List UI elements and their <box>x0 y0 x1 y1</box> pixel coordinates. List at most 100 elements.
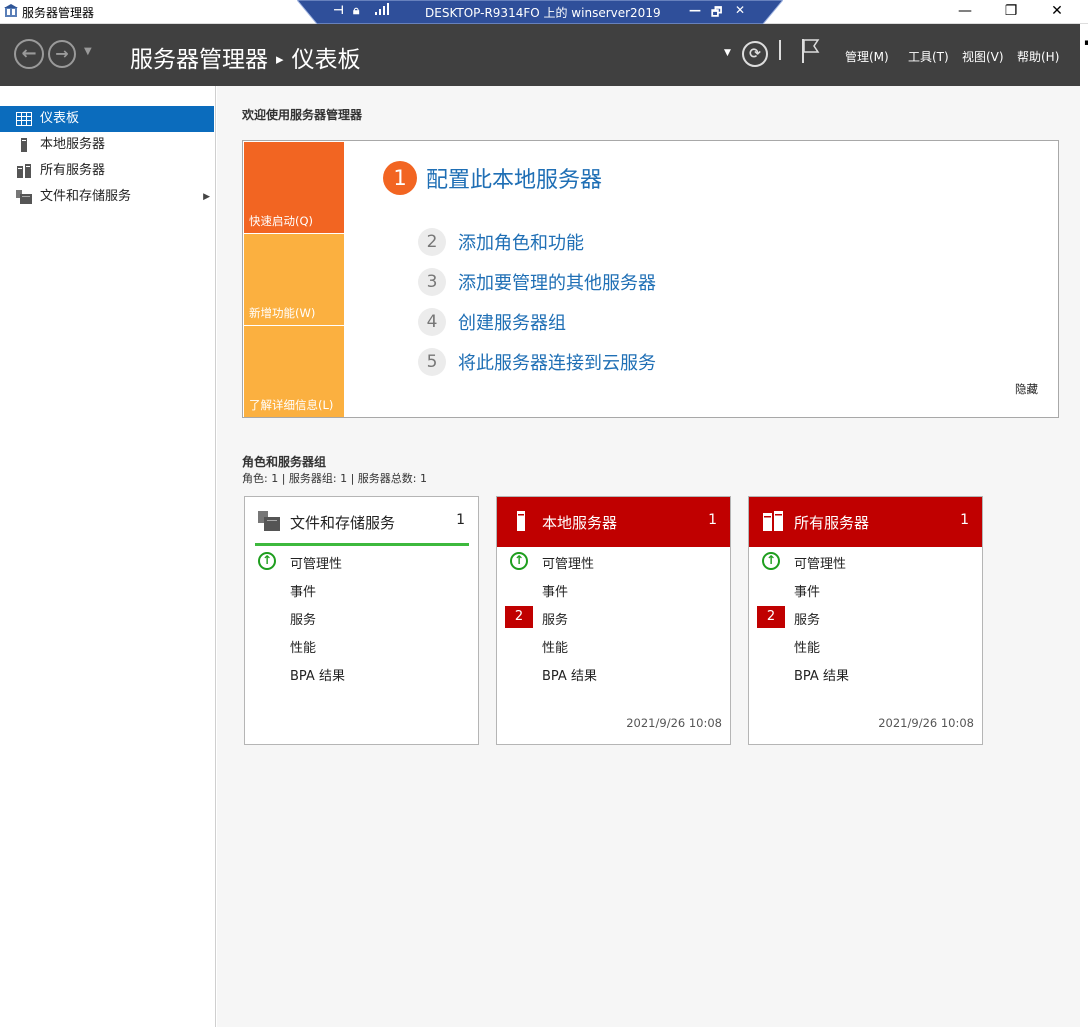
menu-help[interactable]: 帮助(H) <box>1017 48 1059 65</box>
card-title: 所有服务器 <box>794 514 870 532</box>
breadcrumb-dropdown-icon[interactable]: ▼ <box>724 48 731 58</box>
card-all-servers[interactable]: 所有服务器 1 ↑ 可管理性 事件 2 服务 性能 BPA 结果 2021/9/… <box>748 496 983 745</box>
row-events[interactable]: 事件 <box>290 581 316 600</box>
services-alert-badge[interactable]: 2 <box>505 606 533 628</box>
menu-tools[interactable]: 工具(T) <box>908 48 949 65</box>
status-ok-line <box>255 543 469 546</box>
services-alert-badge[interactable]: 2 <box>757 606 785 628</box>
tile-label: 了解详细信息(L) <box>249 398 334 412</box>
sidebar-item-all-servers[interactable]: 所有服务器 <box>0 158 214 184</box>
roles-summary: 角色: 1 | 服务器组: 1 | 服务器总数: 1 <box>242 472 428 485</box>
notifications-flag-icon[interactable] <box>800 38 820 64</box>
step-link[interactable]: 添加角色和功能 <box>458 229 584 255</box>
remote-desktop-bar[interactable]: ⊣ 🔒︎ DESKTOP-R9314FO 上的 winserver2019 — … <box>297 0 783 24</box>
breadcrumb: 服务器管理器 ▸ 仪表板 <box>130 40 361 74</box>
servers-icon <box>17 164 31 178</box>
breadcrumb-separator-icon: ▸ <box>276 50 284 68</box>
page-title: 仪表板 <box>291 47 361 73</box>
step-number: 3 <box>418 268 446 296</box>
rdp-minimize-button[interactable]: — <box>689 3 701 17</box>
main-content: 欢迎使用服务器管理器 快速启动(Q) 新增功能(W) 了解详细信息(L) 1 配置… <box>217 86 1080 1027</box>
sidebar-item-dashboard[interactable]: 仪表板 <box>0 106 214 132</box>
step-link[interactable]: 将此服务器连接到云服务 <box>458 349 656 375</box>
restore-button[interactable]: ❐ <box>988 0 1034 24</box>
rdp-close-button[interactable]: ✕ <box>735 3 745 17</box>
menu-manage[interactable]: 管理(M) <box>845 48 889 65</box>
app-header: ← → ▼ 服务器管理器 ▸ 仪表板 ▼ ⟳ 管理(M) 工具(T) 视图(V) 帮… <box>0 24 1080 86</box>
row-manageability[interactable]: 可管理性 <box>794 553 846 572</box>
step-connect-cloud[interactable]: 5 将此服务器连接到云服务 <box>418 348 656 376</box>
tile-quick-start[interactable]: 快速启动(Q) <box>244 142 344 233</box>
roles-heading: 角色和服务器组 <box>242 455 327 469</box>
menu-view[interactable]: 视图(V) <box>962 48 1004 65</box>
card-timestamp: 2021/9/26 10:08 <box>626 716 722 730</box>
server-icon <box>21 138 27 152</box>
step-number: 1 <box>383 161 417 195</box>
card-header[interactable]: 所有服务器 1 <box>749 497 982 547</box>
minimize-button[interactable]: — <box>942 0 988 24</box>
file-storage-icon <box>258 511 280 531</box>
step-add-servers[interactable]: 3 添加要管理的其他服务器 <box>418 268 656 296</box>
card-title: 本地服务器 <box>542 514 618 532</box>
row-performance[interactable]: 性能 <box>542 637 568 656</box>
sidebar-item-file-storage[interactable]: 文件和存储服务 ▶ <box>0 184 214 210</box>
card-count: 1 <box>708 512 717 528</box>
card-local-server[interactable]: 本地服务器 1 ↑ 可管理性 事件 2 服务 性能 BPA 结果 2021/9/… <box>496 496 731 745</box>
window-title-bar: 服务器管理器 ⊣ 🔒︎ DESKTOP-R9314FO 上的 winserver… <box>0 0 1088 24</box>
server-icon <box>517 511 525 531</box>
sidebar-item-local-server[interactable]: 本地服务器 <box>0 132 214 158</box>
step-link[interactable]: 配置此本地服务器 <box>426 162 602 194</box>
servers-icon <box>763 511 783 531</box>
refresh-icon[interactable]: ⟳ <box>742 41 768 67</box>
step-link[interactable]: 创建服务器组 <box>458 309 566 335</box>
card-timestamp: 2021/9/26 10:08 <box>878 716 974 730</box>
hide-link[interactable]: 隐藏 <box>1015 381 1038 397</box>
card-header[interactable]: 本地服务器 1 <box>497 497 730 547</box>
row-events[interactable]: 事件 <box>542 581 568 600</box>
forward-button[interactable]: → <box>48 40 76 68</box>
row-events[interactable]: 事件 <box>794 581 820 600</box>
welcome-heading: 欢迎使用服务器管理器 <box>242 108 363 122</box>
tile-label: 快速启动(Q) <box>249 214 314 228</box>
sidebar: 仪表板 本地服务器 所有服务器 文件和存储服务 ▶ <box>0 86 216 1027</box>
row-bpa-results[interactable]: BPA 结果 <box>290 665 345 684</box>
history-dropdown-icon[interactable]: ▼ <box>84 46 92 57</box>
step-link[interactable]: 添加要管理的其他服务器 <box>458 269 656 295</box>
row-bpa-results[interactable]: BPA 结果 <box>542 665 597 684</box>
close-button[interactable]: ✕ <box>1034 0 1080 24</box>
tile-label: 新增功能(W) <box>249 306 316 320</box>
card-file-storage[interactable]: 文件和存储服务 1 ↑ 可管理性 事件 服务 性能 BPA 结果 <box>244 496 479 745</box>
row-manageability[interactable]: 可管理性 <box>290 553 342 572</box>
step-create-server-group[interactable]: 4 创建服务器组 <box>418 308 566 336</box>
row-performance[interactable]: 性能 <box>794 637 820 656</box>
status-ok-icon: ↑ <box>258 552 276 570</box>
back-button[interactable]: ← <box>14 39 44 69</box>
sidebar-item-label: 所有服务器 <box>40 163 106 178</box>
sidebar-item-label: 仪表板 <box>40 111 80 126</box>
status-ok-icon: ↑ <box>510 552 528 570</box>
card-count: 1 <box>960 512 969 528</box>
row-services[interactable]: 服务 <box>794 609 820 628</box>
offscreen-marker: ▪ <box>1084 38 1088 48</box>
welcome-panel: 快速启动(Q) 新增功能(W) 了解详细信息(L) 1 配置此本地服务器 2 添加角… <box>242 140 1059 418</box>
card-header[interactable]: 文件和存储服务 1 <box>245 497 478 547</box>
row-services[interactable]: 服务 <box>290 609 316 628</box>
tile-learn-more[interactable]: 了解详细信息(L) <box>244 326 344 417</box>
tile-whats-new[interactable]: 新增功能(W) <box>244 234 344 325</box>
pin-icon[interactable]: ⊣ <box>333 3 344 17</box>
rdp-restore-button[interactable]: 🗗 <box>711 3 722 24</box>
status-ok-icon: ↑ <box>762 552 780 570</box>
step-add-roles[interactable]: 2 添加角色和功能 <box>418 228 584 256</box>
file-storage-icon <box>16 190 32 204</box>
row-manageability[interactable]: 可管理性 <box>542 553 594 572</box>
header-divider <box>779 40 781 60</box>
step-number: 2 <box>418 228 446 256</box>
row-bpa-results[interactable]: BPA 结果 <box>794 665 849 684</box>
step-configure-local-server[interactable]: 1 配置此本地服务器 <box>383 161 602 195</box>
expand-arrow-icon[interactable]: ▶ <box>203 184 210 210</box>
window-title: 服务器管理器 <box>22 6 95 20</box>
row-performance[interactable]: 性能 <box>290 637 316 656</box>
row-services[interactable]: 服务 <box>542 609 568 628</box>
lock-icon: 🔒︎ <box>353 3 360 17</box>
card-count: 1 <box>456 512 465 528</box>
